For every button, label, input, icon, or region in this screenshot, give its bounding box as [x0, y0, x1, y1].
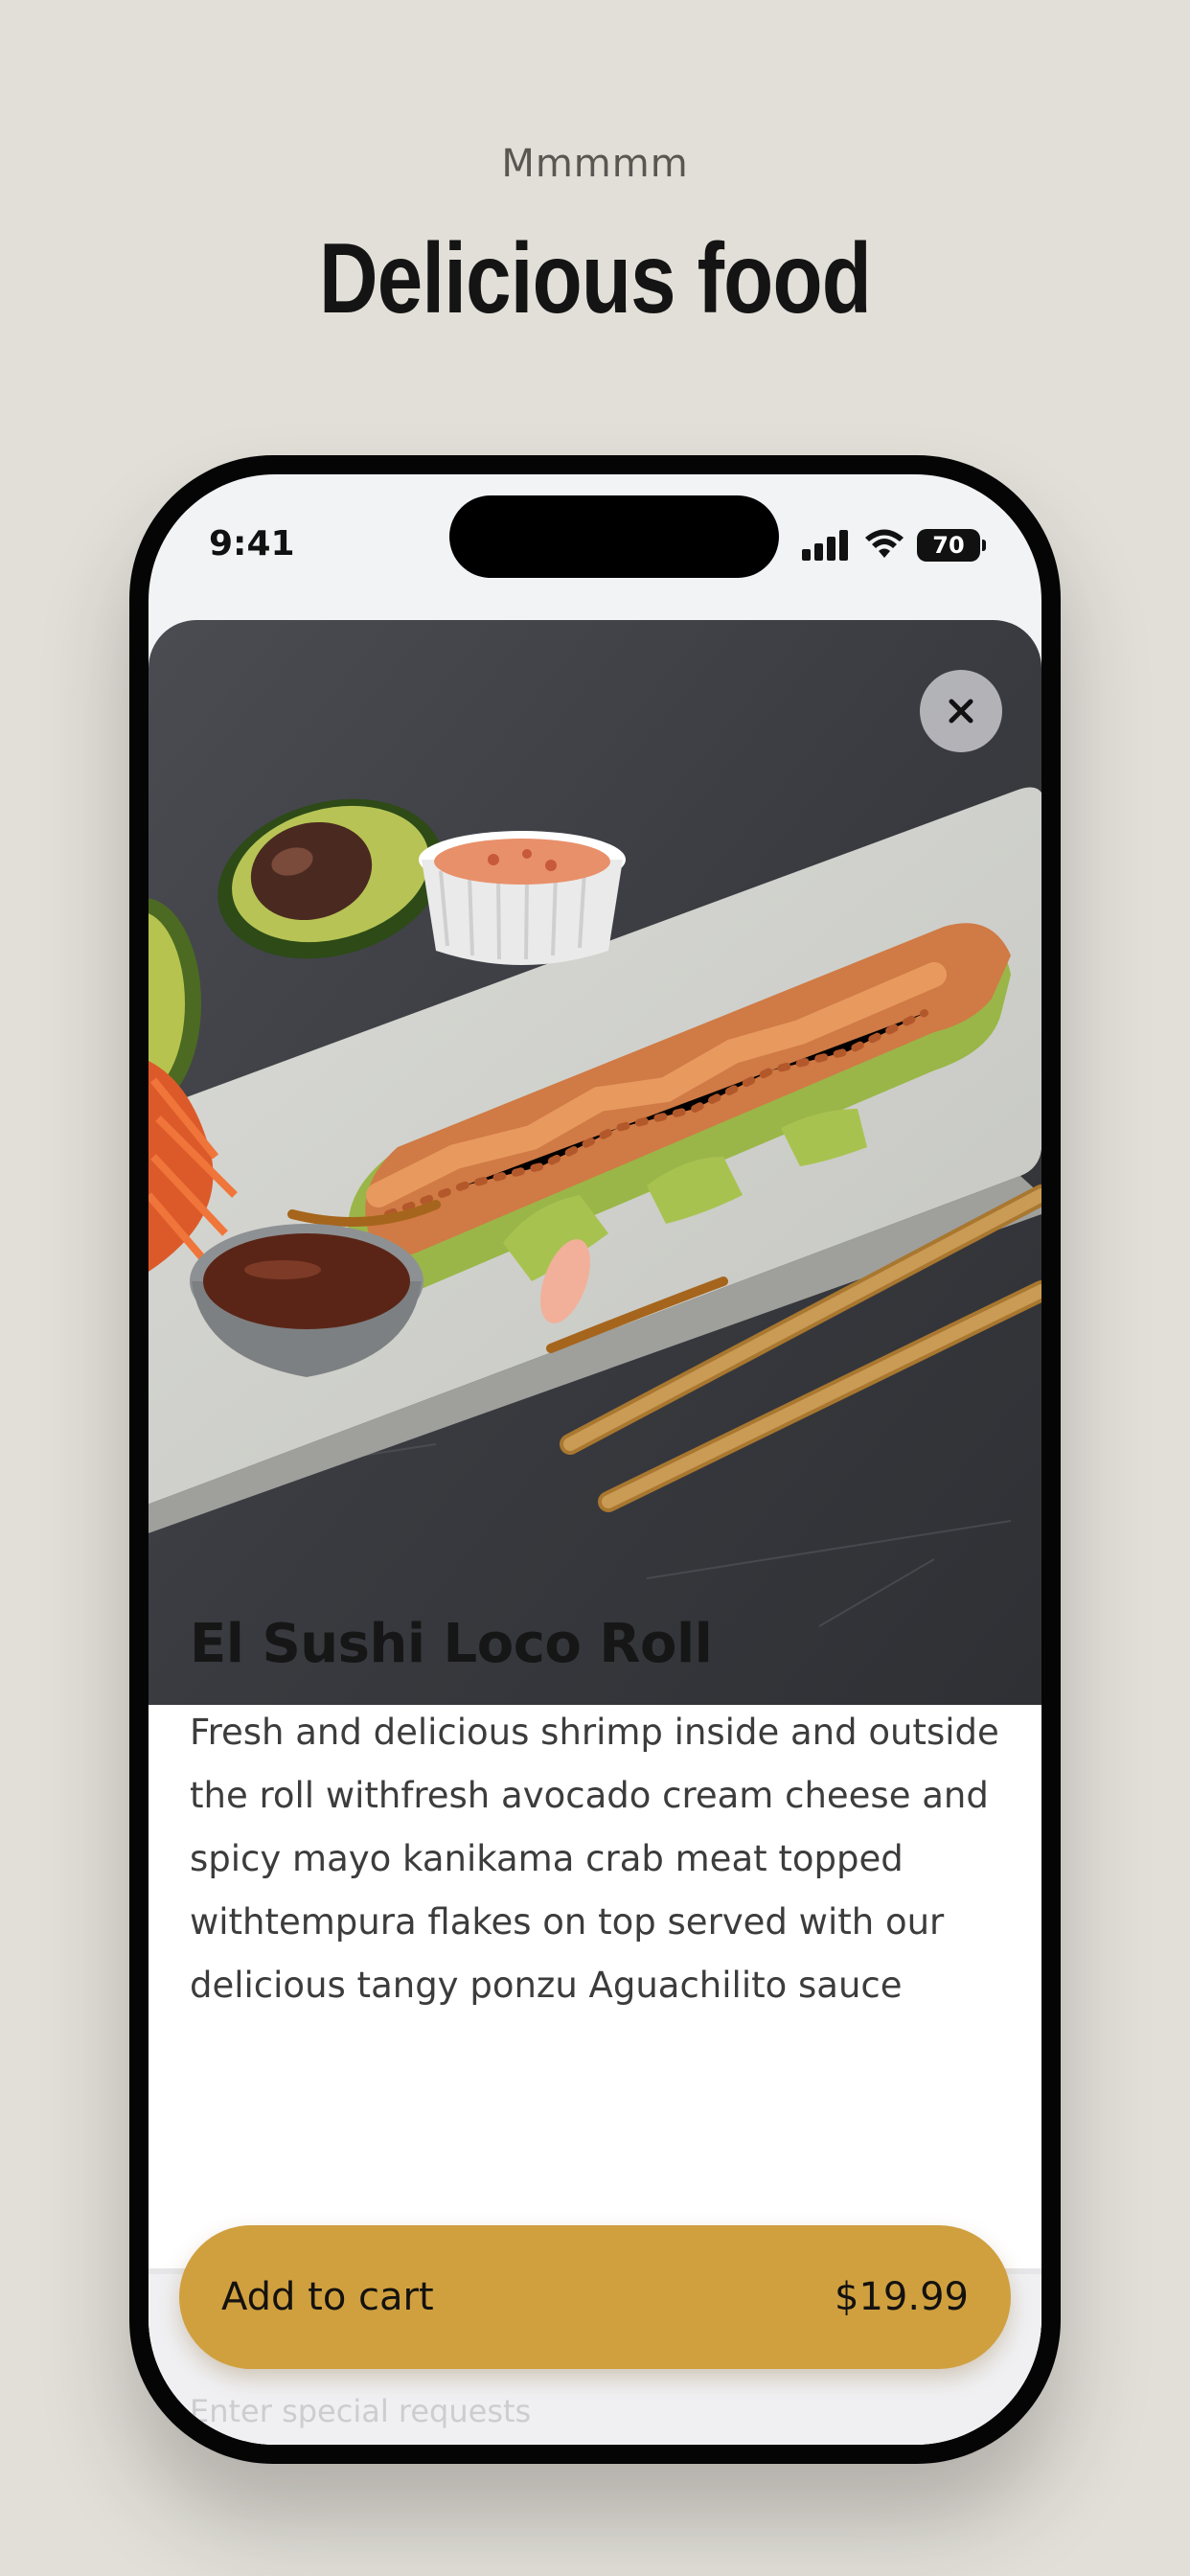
item-title: El Sushi Loco Roll — [190, 1613, 713, 1675]
battery-icon: 70 — [917, 529, 986, 562]
promo-eyebrow: Mmmmm — [501, 142, 689, 186]
dynamic-island — [449, 495, 779, 578]
item-image — [149, 620, 1041, 1705]
phone-screen: 9:41 70 El Sushi Loco Roll Fresh and del… — [149, 474, 1041, 2445]
cart-price: $19.99 — [835, 2275, 969, 2319]
close-button[interactable] — [920, 670, 1002, 752]
item-description: Fresh and delicious shrimp inside and ou… — [190, 1712, 999, 2006]
phone-frame: 9:41 70 El Sushi Loco Roll Fresh and del… — [129, 455, 1061, 2464]
wifi-icon — [865, 529, 904, 558]
status-icons: 70 — [802, 528, 986, 563]
close-icon — [949, 699, 973, 724]
signal-icon — [802, 530, 848, 561]
sushi-photo — [149, 620, 1041, 1705]
promo-headline: Delicious food — [318, 223, 872, 334]
status-time: 9:41 — [209, 524, 295, 564]
special-requests-input[interactable] — [190, 2393, 995, 2429]
add-to-cart-button[interactable]: Add to cart $19.99 — [179, 2225, 1011, 2369]
add-to-cart-label: Add to cart — [221, 2275, 434, 2319]
item-detail-sheet — [149, 620, 1041, 2445]
